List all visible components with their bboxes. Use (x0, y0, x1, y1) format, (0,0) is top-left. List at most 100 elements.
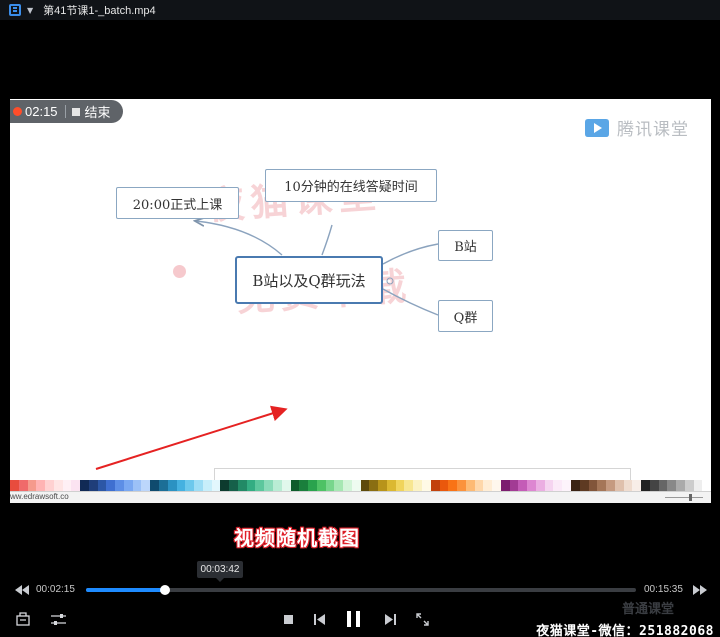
palette-swatch[interactable] (299, 480, 309, 491)
palette-swatch[interactable] (159, 480, 168, 491)
palette-swatch[interactable] (62, 480, 72, 491)
palette-swatch[interactable] (527, 480, 536, 491)
palette-swatch[interactable] (334, 480, 344, 491)
palette-swatch[interactable] (518, 480, 528, 491)
chevron-down-icon[interactable]: ▼ (27, 6, 33, 15)
palette-swatch[interactable] (106, 480, 116, 491)
palette-swatch[interactable] (386, 480, 396, 491)
palette-swatch[interactable] (693, 480, 703, 491)
palette-swatch[interactable] (658, 480, 668, 491)
palette-swatch[interactable] (553, 480, 563, 491)
palette-swatch[interactable] (45, 480, 54, 491)
palette-swatch[interactable] (281, 480, 291, 491)
pause-icon[interactable] (343, 608, 363, 630)
palette-swatch[interactable] (88, 480, 98, 491)
palette-swatch[interactable] (360, 480, 370, 491)
palette-swatch[interactable] (492, 480, 501, 491)
palette-swatch[interactable] (18, 480, 28, 491)
palette-swatch[interactable] (649, 480, 659, 491)
palette-swatch[interactable] (684, 480, 694, 491)
palette-swatch[interactable] (316, 480, 326, 491)
video-frame[interactable]: 02:15 结束 腾讯课堂 夜猫课堂 免费下载 B站以及Q群玩法 20: (10, 99, 711, 503)
palette-swatch[interactable] (676, 480, 685, 491)
seek-bar[interactable] (86, 585, 636, 595)
fast-forward-icon[interactable] (692, 584, 708, 596)
palette-swatch[interactable] (404, 480, 414, 491)
rewind-icon[interactable] (14, 584, 30, 596)
palette-swatch[interactable] (632, 480, 642, 491)
palette-swatch[interactable] (36, 480, 46, 491)
mindmap-node-bilibili[interactable]: B站 (438, 230, 493, 261)
palette-swatch[interactable] (325, 480, 335, 491)
palette-swatch[interactable] (448, 480, 458, 491)
palette-swatch[interactable] (132, 480, 142, 491)
palette-swatch[interactable] (702, 480, 711, 491)
palette-swatch[interactable] (255, 480, 265, 491)
palette-swatch[interactable] (509, 480, 519, 491)
palette-swatch[interactable] (115, 480, 124, 491)
palette-swatch[interactable] (80, 480, 89, 491)
palette-swatch[interactable] (123, 480, 133, 491)
palette-swatch[interactable] (544, 480, 554, 491)
palette-swatch[interactable] (588, 480, 598, 491)
palette-swatch[interactable] (167, 480, 177, 491)
palette-swatch[interactable] (395, 480, 405, 491)
stop-icon[interactable] (281, 612, 295, 626)
palette-swatch[interactable] (535, 480, 545, 491)
palette-swatch[interactable] (343, 480, 352, 491)
palette-swatch[interactable] (500, 480, 510, 491)
mindmap-node-qq-group[interactable]: Q群 (438, 300, 493, 332)
palette-swatch[interactable] (614, 480, 624, 491)
palette-swatch[interactable] (667, 480, 677, 491)
mindmap-center-node[interactable]: B站以及Q群玩法 (235, 256, 383, 304)
palette-swatch[interactable] (150, 480, 160, 491)
palette-swatch[interactable] (430, 480, 440, 491)
settings-sliders-icon[interactable] (49, 611, 67, 627)
palette-swatch[interactable] (571, 480, 580, 491)
palette-swatch[interactable] (27, 480, 37, 491)
palette-swatch[interactable] (439, 480, 449, 491)
palette-swatch[interactable] (483, 480, 493, 491)
palette-swatch[interactable] (97, 480, 107, 491)
previous-icon[interactable] (311, 611, 327, 627)
palette-swatch[interactable] (211, 480, 221, 491)
palette-swatch[interactable] (421, 480, 431, 491)
palette-swatch[interactable] (220, 480, 230, 491)
palette-swatch[interactable] (229, 480, 238, 491)
palette-swatch[interactable] (264, 480, 273, 491)
palette-swatch[interactable] (457, 480, 466, 491)
palette-swatch[interactable] (308, 480, 317, 491)
palette-swatch[interactable] (474, 480, 484, 491)
palette-swatch[interactable] (623, 480, 633, 491)
palette-swatch[interactable] (579, 480, 589, 491)
palette-swatch[interactable] (465, 480, 475, 491)
palette-swatch[interactable] (141, 480, 151, 491)
palette-swatch[interactable] (185, 480, 195, 491)
next-icon[interactable] (382, 611, 398, 627)
palette-swatch[interactable] (202, 480, 212, 491)
palette-swatch[interactable] (71, 480, 81, 491)
palette-swatch[interactable] (369, 480, 379, 491)
palette-swatch[interactable] (378, 480, 387, 491)
palette-swatch[interactable] (237, 480, 247, 491)
palette-swatch[interactable] (562, 480, 571, 491)
palette-swatch[interactable] (413, 480, 422, 491)
mindmap-node-start-time[interactable]: 20:00正式上课 (116, 187, 239, 219)
palette-swatch[interactable] (176, 480, 186, 491)
palette-swatch[interactable] (272, 480, 282, 491)
zoom-slider[interactable] (665, 494, 703, 501)
palette-swatch[interactable] (290, 480, 300, 491)
seek-bar-thumb[interactable] (160, 585, 171, 595)
mindmap-node-qa-time[interactable]: 10分钟的在线答疑时间 (265, 169, 437, 202)
palette-swatch[interactable] (641, 480, 650, 491)
palette-swatch[interactable] (351, 480, 361, 491)
palette-swatch[interactable] (246, 480, 256, 491)
palette-swatch[interactable] (10, 480, 19, 491)
palette-swatch[interactable] (597, 480, 607, 491)
file-icon[interactable] (14, 611, 32, 627)
playlist-icon[interactable] (9, 4, 21, 16)
fullscreen-icon[interactable] (414, 611, 430, 627)
color-palette[interactable] (10, 480, 711, 491)
palette-swatch[interactable] (194, 480, 203, 491)
palette-swatch[interactable] (53, 480, 63, 491)
